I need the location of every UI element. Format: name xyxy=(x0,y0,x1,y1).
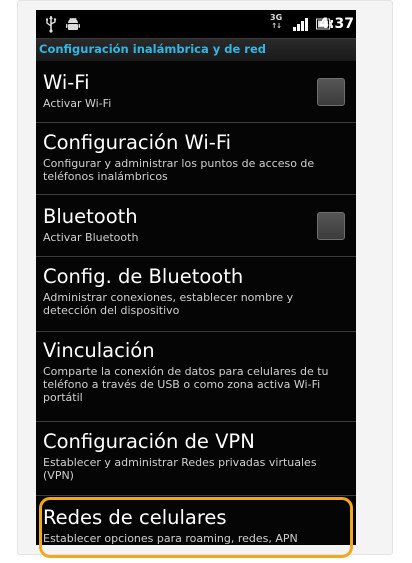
setting-title: Wi-Fi xyxy=(43,71,90,94)
android-icon xyxy=(66,17,80,30)
setting-vpn[interactable]: Configuración de VPN Establecer y admini… xyxy=(36,422,356,496)
setting-subtitle: Activar Bluetooth xyxy=(43,231,139,244)
setting-bluetooth[interactable]: Bluetooth Activar Bluetooth xyxy=(36,195,356,257)
setting-wifi[interactable]: Wi-Fi Activar Wi-Fi xyxy=(36,60,356,123)
setting-wifi-config[interactable]: Configuración Wi-Fi Configurar y adminis… xyxy=(36,123,356,195)
signal-strength-icon xyxy=(293,18,308,31)
setting-subtitle: Configurar y administrar los puntos de a… xyxy=(43,157,315,183)
setting-tethering[interactable]: Vinculación Comparte la conexión de dato… xyxy=(36,332,356,422)
bluetooth-checkbox[interactable] xyxy=(317,212,345,240)
section-header: Configuración inalámbrica y de red xyxy=(36,38,356,61)
setting-bluetooth-config[interactable]: Config. de Bluetooth Administrar conexio… xyxy=(36,257,356,332)
usb-icon xyxy=(46,16,57,33)
setting-title: Redes de celulares xyxy=(43,506,227,529)
setting-subtitle: Establecer opciones para roaming, redes,… xyxy=(43,532,298,545)
status-clock: 4:37 xyxy=(319,16,354,32)
section-title: Configuración inalámbrica y de red xyxy=(39,42,266,56)
wifi-checkbox[interactable] xyxy=(317,78,345,106)
settings-list: Wi-Fi Activar Wi-Fi Configuración Wi-Fi … xyxy=(36,60,356,545)
setting-title: Configuración de VPN xyxy=(43,430,255,453)
setting-title: Config. de Bluetooth xyxy=(43,265,244,288)
setting-subtitle: Administrar conexiones, establecer nombr… xyxy=(43,291,294,317)
setting-subtitle: Comparte la conexión de datos para celul… xyxy=(43,365,329,404)
setting-title: Configuración Wi-Fi xyxy=(43,131,232,154)
phone-screen: 3G ↑↓ 4:37 Configuración inalámbrica y d… xyxy=(36,10,356,545)
setting-title: Bluetooth xyxy=(43,205,138,228)
network-type-label: 3G ↑↓ xyxy=(270,13,283,31)
setting-mobile-networks[interactable]: Redes de celulares Establecer opciones p… xyxy=(36,496,356,545)
setting-title: Vinculación xyxy=(43,339,155,362)
status-bar: 3G ↑↓ 4:37 xyxy=(36,10,356,38)
setting-subtitle: Establecer y administrar Redes privadas … xyxy=(43,456,317,482)
setting-subtitle: Activar Wi-Fi xyxy=(43,97,112,110)
